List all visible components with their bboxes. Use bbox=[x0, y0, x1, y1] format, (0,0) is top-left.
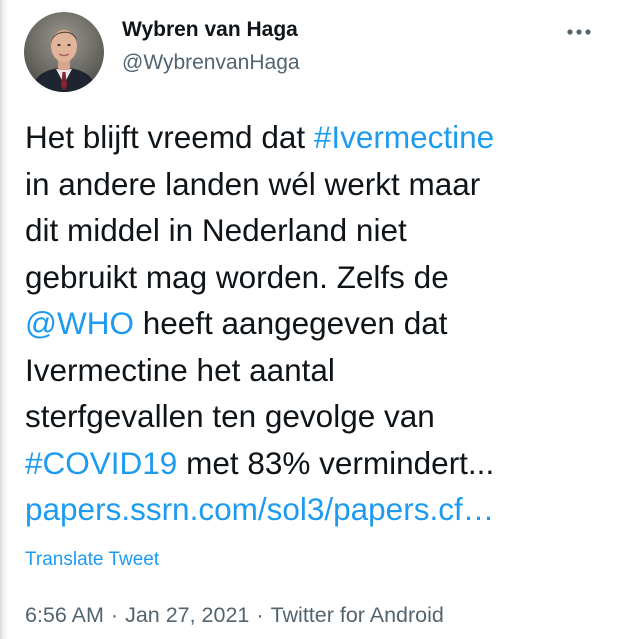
tweet-text-line: dit middel in Nederland niet bbox=[25, 207, 610, 254]
tweet-text-segment: met 83% vermindert... bbox=[177, 444, 495, 481]
meta-separator: · bbox=[256, 603, 264, 627]
tweet-text-line: Het blijft vreemd dat #Ivermectine bbox=[25, 114, 610, 161]
tweet-text-line: gebruikt mag worden. Zelfs de bbox=[25, 254, 610, 301]
tweet-text-segment: in andere landen wél werkt maar bbox=[25, 165, 481, 202]
hashtag-link[interactable]: #COVID19 bbox=[25, 445, 177, 481]
tweet-text-segment: heeft aangegeven dat bbox=[133, 305, 448, 341]
tweet-text-segment: gebruikt mag worden. Zelfs de bbox=[25, 258, 449, 295]
tweet-text-line: @WHO heeft aangegeven dat bbox=[25, 300, 610, 347]
tweet-text-line: Ivermectine het aantal bbox=[25, 347, 610, 394]
mention-link[interactable]: @WHO bbox=[25, 305, 134, 341]
profile-photo-icon bbox=[24, 12, 104, 92]
tweet-text-line: papers.ssrn.com/sol3/papers.cf… bbox=[25, 486, 610, 533]
tweet-text-segment: sterfgevallen ten gevolge van bbox=[25, 398, 435, 434]
more-options-icon[interactable] bbox=[562, 22, 596, 42]
translate-tweet-link[interactable]: Translate Tweet bbox=[25, 549, 159, 571]
tweet-text-line: sterfgevallen ten gevolge van bbox=[25, 393, 610, 440]
tweet-text-segment: dit middel in Nederland niet bbox=[25, 212, 407, 248]
tweet-card: Wybren van Haga @WybrenvanHaga Het blijf… bbox=[0, 0, 619, 639]
user-handle[interactable]: @WybrenvanHaga bbox=[122, 51, 300, 75]
tweet-text: Het blijft vreemd dat #Ivermectine in and… bbox=[25, 114, 610, 533]
meta-separator: · bbox=[110, 603, 119, 627]
tweet-text-segment: Het blijft vreemd dat bbox=[25, 119, 314, 155]
display-name[interactable]: Wybren van Haga bbox=[122, 18, 298, 42]
tweet-link[interactable]: papers.ssrn.com/sol3/papers.cf… bbox=[25, 491, 494, 527]
tweet-text-segment: Ivermectine het aantal bbox=[25, 351, 335, 388]
avatar[interactable] bbox=[24, 12, 104, 92]
tweet-text-line: in andere landen wél werkt maar bbox=[25, 161, 610, 208]
tweet-date[interactable]: Jan 27, 2021 bbox=[125, 603, 249, 627]
tweet-source: Twitter for Android bbox=[270, 603, 444, 627]
tweet-meta: 6:56 AM · Jan 27, 2021 · Twitter for Android bbox=[25, 603, 444, 628]
tweet-text-line: #COVID19 met 83% vermindert... bbox=[25, 440, 610, 487]
tweet-time[interactable]: 6:56 AM bbox=[25, 603, 104, 627]
hashtag-link[interactable]: #Ivermectine bbox=[314, 119, 494, 155]
edge-shadow bbox=[0, 0, 10, 639]
